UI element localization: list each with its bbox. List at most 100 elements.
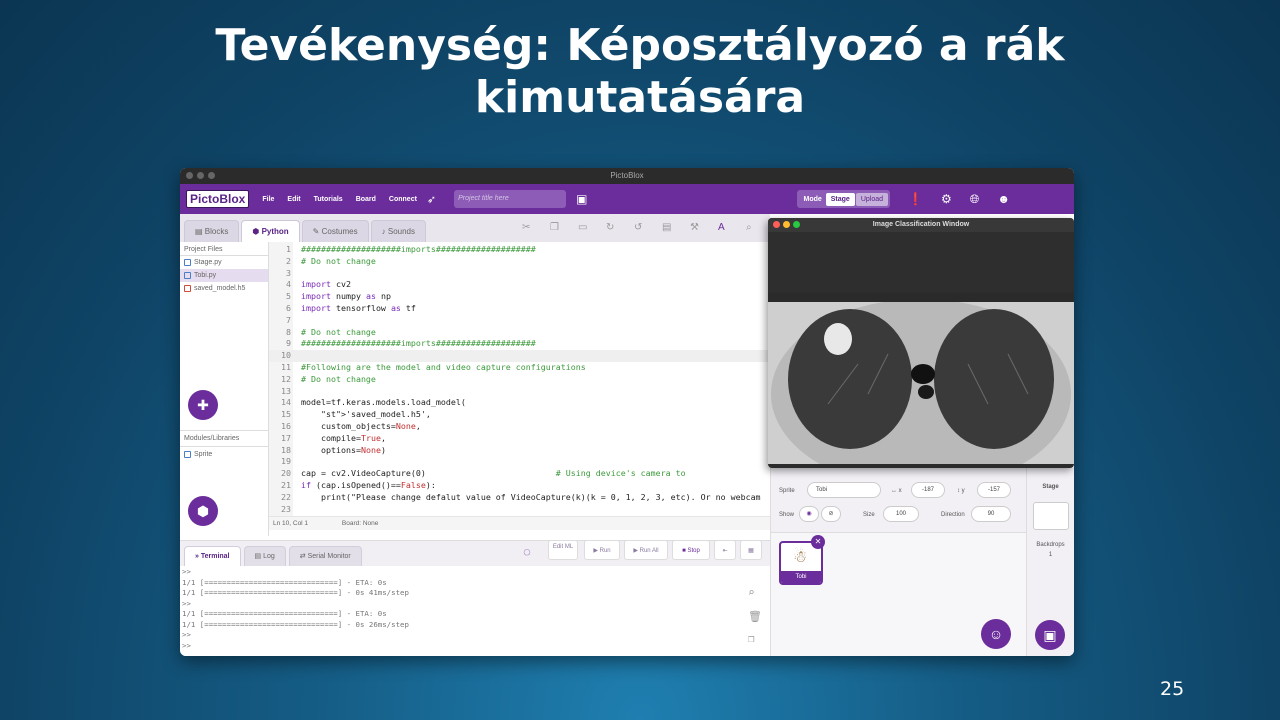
undo-icon[interactable]: ↺ [634, 222, 642, 233]
line-number: 3 [286, 267, 291, 278]
code-line[interactable]: 1 ####################imports############… [269, 244, 770, 256]
code-line[interactable]: 22 print("Please change defalut value of… [269, 492, 770, 504]
paste-icon[interactable]: ▭ [578, 222, 587, 233]
y-input[interactable]: -157 [977, 482, 1011, 498]
font-size-icon[interactable]: A [718, 222, 725, 233]
code-line[interactable]: 15 "st">'saved_model.h5', [269, 409, 770, 421]
code-line[interactable]: 8 # Do not change [269, 327, 770, 339]
tab-sounds[interactable]: ♪ Sounds [370, 220, 426, 242]
redo-icon[interactable]: ↻ [606, 222, 614, 233]
x-input[interactable]: -187 [911, 482, 945, 498]
tab-serial-monitor[interactable]: ⇄ Serial Monitor [288, 546, 362, 566]
mode-upload-button[interactable]: Upload [855, 192, 889, 206]
code-text: if (cap.isOpened()==False): [301, 480, 436, 490]
file-item-stage[interactable]: Stage.py [180, 256, 268, 269]
run-all-button[interactable]: ▶ Run All [624, 540, 668, 560]
menu-connect[interactable]: Connect [389, 196, 417, 203]
line-number: 11 [281, 362, 291, 372]
module-item-sprite[interactable]: Sprite [180, 448, 269, 461]
page-number: 25 [1160, 678, 1185, 700]
terminal-output[interactable]: ⌕ 🗑︎ ❐ >> 1/1 [==========================… [180, 566, 770, 656]
calendar-icon[interactable]: ▦ [740, 540, 762, 560]
code-line[interactable]: 19 [269, 456, 770, 468]
direction-input[interactable]: 90 [971, 506, 1011, 522]
tab-blocks[interactable]: ▤ Blocks [184, 220, 240, 242]
file-item-tobi[interactable]: Tobi.py [180, 269, 268, 282]
line-number: 21 [281, 480, 291, 490]
menu-board[interactable]: Board [356, 196, 376, 203]
sprite-list: ☃ Tobi ✕ ☺ [771, 532, 1027, 656]
code-line[interactable]: 9 ####################imports############… [269, 338, 770, 350]
code-line[interactable]: 6 import tensorflow as tf [269, 303, 770, 315]
account-icon[interactable]: ☻ [997, 192, 1010, 206]
sprite-name-input[interactable]: Tobi [807, 482, 881, 498]
tab-log[interactable]: ▤ Log [243, 546, 286, 566]
edit-ml-button[interactable]: Edit ML [548, 540, 578, 560]
backdrops-label: Backdrops [1036, 542, 1065, 548]
add-sprite-button[interactable]: ☺ [981, 619, 1011, 649]
run-button[interactable]: ▶ Run [584, 540, 620, 560]
save-icon[interactable]: ▣ [576, 192, 587, 206]
add-module-button[interactable]: ⬢ [188, 496, 218, 526]
file-item-saved-model[interactable]: saved_model.h5 [180, 282, 268, 295]
delete-sprite-icon[interactable]: ✕ [811, 535, 825, 549]
hide-eye-icon[interactable]: ⊘ [821, 506, 841, 522]
code-editor[interactable]: 1 ####################imports############… [269, 242, 770, 516]
code-text: # Do not change [301, 255, 376, 266]
globe-icon[interactable]: 🌐︎ [970, 192, 980, 207]
code-line[interactable]: 5 import numpy as np [269, 291, 770, 303]
mode-stage-button[interactable]: Stage [825, 192, 855, 206]
stop-button[interactable]: ■ Stop [672, 540, 710, 560]
code-text: # Do not change [301, 373, 376, 384]
feedback-icon[interactable]: ❗ [908, 192, 923, 206]
menu-tutorials[interactable]: Tutorials [314, 196, 343, 203]
code-line[interactable]: 14 model=tf.keras.models.load_model( [269, 397, 770, 409]
rocket-icon[interactable]: ➶ [427, 193, 436, 206]
add-file-button[interactable]: ✚ [188, 390, 218, 420]
tab-costumes[interactable]: ✎ Costumes [301, 220, 369, 242]
project-title-input[interactable]: Project title here [454, 190, 567, 208]
code-line[interactable]: 2 # Do not change [269, 256, 770, 268]
status-bar: Ln 10, Col 1 Board: None [269, 516, 770, 530]
wrench-icon[interactable]: ⚒ [690, 222, 699, 233]
code-line[interactable]: 17 compile=True, [269, 433, 770, 445]
size-input[interactable]: 100 [883, 506, 919, 522]
classification-window-controls[interactable] [773, 221, 800, 228]
copy-icon[interactable]: ❐ [748, 632, 755, 645]
add-backdrop-button[interactable]: ▣ [1035, 620, 1065, 650]
menu-edit[interactable]: Edit [287, 196, 300, 203]
comment-icon[interactable]: ▤ [662, 222, 671, 233]
code-line[interactable]: 13 [269, 386, 770, 398]
x-label: ↔ x [891, 488, 902, 494]
code-line[interactable]: 16 custom_objects=None, [269, 421, 770, 433]
copy-icon[interactable]: ❐ [550, 222, 559, 233]
search-icon[interactable]: ⌕ [748, 586, 755, 599]
menu-file[interactable]: File [262, 196, 274, 203]
code-line[interactable]: 4 import cv2 [269, 279, 770, 291]
code-line[interactable]: 7 [269, 315, 770, 327]
code-line[interactable]: 23 [269, 504, 770, 516]
code-line[interactable]: 3 [269, 268, 770, 280]
stage-thumbnail[interactable] [1032, 502, 1069, 530]
code-line[interactable]: 10 [269, 350, 770, 362]
image-classification-window[interactable]: Image Classification Window [768, 218, 1074, 468]
code-text: "st">'saved_model.h5', [320, 409, 431, 420]
menubar: PictoBlox File Edit Tutorials Board Conn… [180, 184, 1074, 214]
tab-python[interactable]: ⬢ Python [241, 220, 300, 242]
pictoblox-window: PictoBlox PictoBlox File Edit Tutorials … [180, 168, 1074, 656]
code-line[interactable]: 21 if (cap.isOpened()==False): [269, 480, 770, 492]
window-controls[interactable] [186, 172, 215, 179]
cut-icon[interactable]: ✂ [522, 222, 530, 233]
trash-icon[interactable]: 🗑︎ [748, 610, 762, 623]
gear-icon[interactable]: ⚙ [941, 192, 952, 206]
export-icon[interactable]: ⇤ [714, 540, 736, 560]
code-line[interactable]: 18 options=None) [269, 445, 770, 457]
code-line[interactable]: 12 # Do not change [269, 374, 770, 386]
code-line[interactable]: 11 #Following are the model and video cap… [269, 362, 770, 374]
tab-terminal[interactable]: » Terminal [184, 546, 241, 566]
code-line[interactable]: 20 cap = cv2.VideoCapture(0) # Using devi… [269, 468, 770, 480]
show-eye-icon[interactable]: ◉ [799, 506, 819, 522]
show-label: Show [779, 512, 795, 518]
search-icon[interactable]: ⌕ [746, 222, 752, 233]
stage-panel: Stage Backdrops 1 ▣ [1026, 468, 1074, 656]
